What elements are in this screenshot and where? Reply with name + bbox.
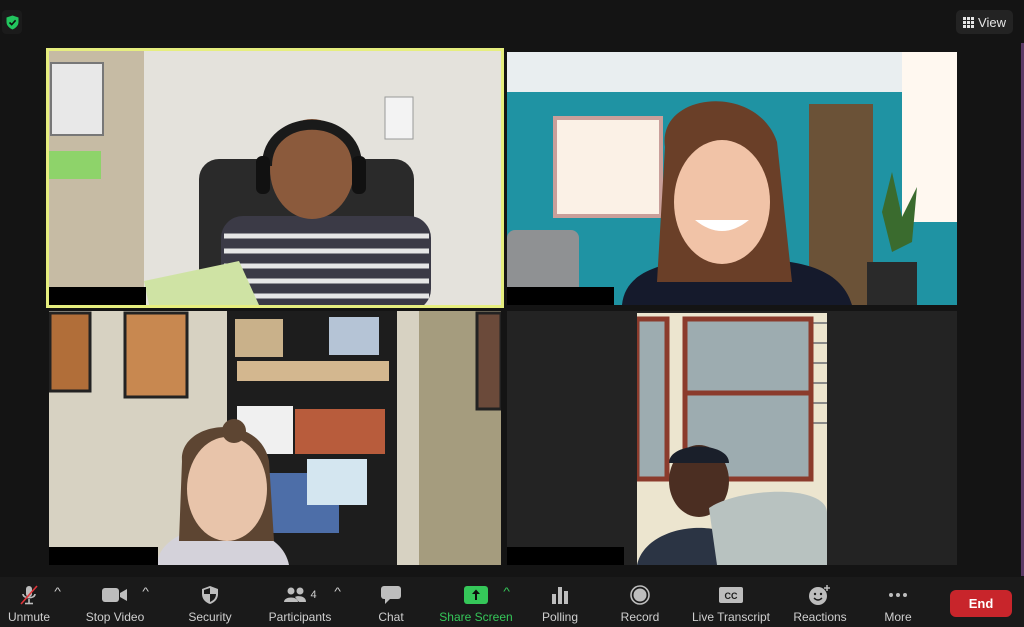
view-button[interactable]: View xyxy=(956,10,1013,34)
live-transcript-label: Live Transcript xyxy=(691,610,771,624)
audio-options-caret[interactable]: ^ xyxy=(54,586,61,598)
video-tile[interactable] xyxy=(507,52,957,305)
participant-video xyxy=(49,311,501,565)
participant-name-label xyxy=(507,547,624,565)
participant-name-label xyxy=(49,547,158,565)
unmute-button[interactable]: Unmute xyxy=(3,577,55,627)
more-dots-icon xyxy=(889,593,907,597)
share-screen-label: Share Screen xyxy=(439,610,513,624)
record-icon xyxy=(630,585,650,605)
share-screen-button[interactable]: Share Screen xyxy=(437,577,515,627)
shield-icon xyxy=(202,586,218,604)
video-tile-active-speaker[interactable] xyxy=(46,48,504,308)
svg-text:CC: CC xyxy=(725,591,738,601)
stop-video-label: Stop Video xyxy=(85,610,145,624)
participant-video xyxy=(49,51,501,305)
unmute-label: Unmute xyxy=(7,610,51,624)
cc-icon: CC xyxy=(719,587,743,603)
polling-button[interactable]: Polling xyxy=(538,577,582,627)
security-label: Security xyxy=(188,610,232,624)
video-options-caret[interactable]: ^ xyxy=(142,586,149,598)
share-arrow-icon xyxy=(464,586,488,604)
bar-chart-icon xyxy=(552,587,568,604)
grid-icon xyxy=(963,16,975,28)
reactions-button[interactable]: Reactions xyxy=(790,577,850,627)
video-tile[interactable] xyxy=(507,311,957,565)
participant-name-label xyxy=(507,287,614,305)
security-button[interactable]: Security xyxy=(180,577,240,627)
meeting-toolbar: Unmute ^ Stop Video ^ Security 4 Partici… xyxy=(0,577,1024,627)
participants-label: Participants xyxy=(268,610,332,624)
encryption-shield-badge[interactable] xyxy=(2,10,22,34)
polling-label: Polling xyxy=(541,610,579,624)
participants-count: 4 xyxy=(310,589,317,601)
people-icon xyxy=(284,587,307,602)
chat-button[interactable]: Chat xyxy=(370,577,412,627)
view-button-label: View xyxy=(978,14,1006,30)
chat-label: Chat xyxy=(378,610,404,624)
share-options-caret[interactable]: ^ xyxy=(503,586,510,598)
participant-video xyxy=(637,313,827,565)
more-label: More xyxy=(884,610,912,624)
record-label: Record xyxy=(620,610,660,624)
emoji-plus-icon xyxy=(809,585,830,605)
video-tile[interactable] xyxy=(49,311,501,565)
participant-name-label xyxy=(49,287,146,305)
record-button[interactable]: Record xyxy=(618,577,662,627)
end-meeting-button[interactable]: End xyxy=(950,590,1012,617)
participants-button[interactable]: 4 Participants xyxy=(265,577,335,627)
stop-video-button[interactable]: Stop Video xyxy=(80,577,150,627)
live-transcript-button[interactable]: CC Live Transcript xyxy=(688,577,774,627)
shield-check-icon xyxy=(6,15,18,29)
participants-options-caret[interactable]: ^ xyxy=(334,586,341,598)
chat-bubble-icon xyxy=(381,586,401,604)
video-camera-icon xyxy=(102,588,127,602)
participant-video xyxy=(507,52,957,305)
more-button[interactable]: More xyxy=(878,577,918,627)
reactions-label: Reactions xyxy=(793,610,847,624)
microphone-muted-icon xyxy=(20,585,38,605)
